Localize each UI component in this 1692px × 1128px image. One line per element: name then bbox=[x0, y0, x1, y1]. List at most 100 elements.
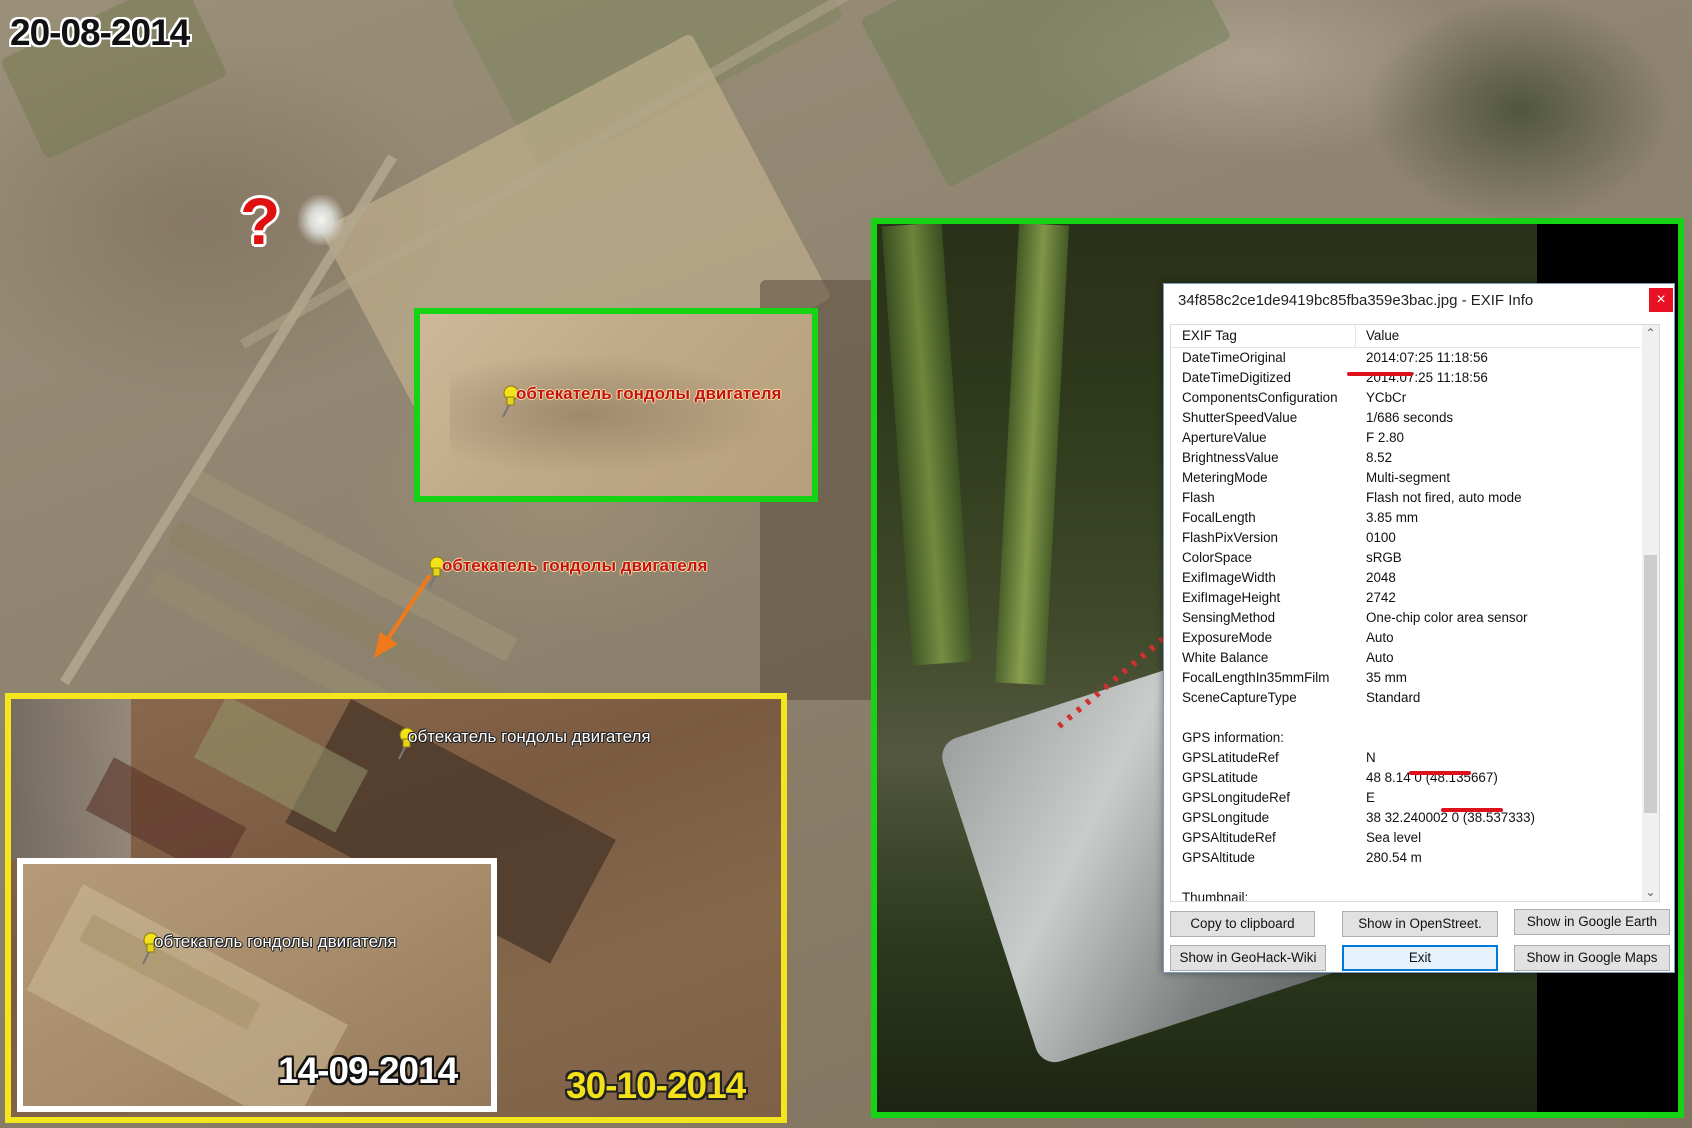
exif-tag-cell: GPS information: bbox=[1182, 730, 1284, 745]
table-row[interactable]: Thumbnail: bbox=[1171, 888, 1641, 901]
red-underline-annotation bbox=[1347, 372, 1413, 376]
pin-label-white: обтекатель гондолы двигателя bbox=[154, 932, 397, 951]
exif-value-cell: 280.54 m bbox=[1366, 850, 1422, 865]
date-label-main: 20-08-2014 bbox=[10, 12, 190, 53]
exif-tag-cell: ColorSpace bbox=[1182, 550, 1252, 565]
window-title: 34f858c2ce1de9419bc85fba359e3bac.jpg - E… bbox=[1178, 292, 1534, 309]
table-row[interactable]: Flash Flash not fired, auto mode bbox=[1171, 488, 1641, 508]
plant-stalk bbox=[881, 224, 973, 666]
exif-value-cell: 35 mm bbox=[1366, 670, 1407, 685]
table-row[interactable]: GPSLatitudeRef N bbox=[1171, 748, 1641, 768]
scroll-up-icon[interactable]: ⌃ bbox=[1642, 325, 1659, 342]
table-row[interactable]: FocalLength 3.85 mm bbox=[1171, 508, 1641, 528]
exif-tag-cell: FlashPixVersion bbox=[1182, 530, 1279, 545]
table-row[interactable]: ExposureMode Auto bbox=[1171, 628, 1641, 648]
exif-tag-cell: SensingMethod bbox=[1182, 610, 1276, 625]
show-in-openstreet-button[interactable]: Show in OpenStreet. bbox=[1342, 911, 1498, 937]
exif-value-cell: 0100 bbox=[1366, 530, 1396, 545]
pin-label-yellow: обтекатель гондолы двигателя bbox=[408, 727, 651, 746]
exif-tag-cell: DateTimeDigitized bbox=[1182, 370, 1291, 385]
exif-tag-cell: ApertureValue bbox=[1182, 430, 1267, 445]
exit-button[interactable]: Exit bbox=[1342, 945, 1498, 971]
scroll-down-icon[interactable]: ⌄ bbox=[1642, 884, 1659, 901]
exif-value-cell: Multi-segment bbox=[1366, 470, 1451, 485]
table-row[interactable]: GPSLongitudeRef E bbox=[1171, 788, 1641, 808]
exif-value-cell: Standard bbox=[1366, 690, 1421, 705]
red-underline-annotation bbox=[1409, 771, 1471, 775]
show-in-google-earth-button[interactable]: Show in Google Earth bbox=[1514, 909, 1670, 935]
exif-tag-cell: GPSLongitude bbox=[1182, 810, 1270, 825]
table-row[interactable]: ExifImageHeight 2742 bbox=[1171, 588, 1641, 608]
table-row[interactable] bbox=[1171, 708, 1641, 728]
orange-arrow-icon bbox=[374, 573, 432, 658]
exif-tag-cell: GPSLongitudeRef bbox=[1182, 790, 1290, 805]
table-row[interactable]: GPSLatitude 48 8.14 0 (48.135667) bbox=[1171, 768, 1641, 788]
question-mark-icon: ? bbox=[240, 184, 281, 258]
exif-tag-cell: ExifImageWidth bbox=[1182, 570, 1276, 585]
show-in-geohack-wiki-button[interactable]: Show in GeoHack-Wiki bbox=[1170, 945, 1326, 971]
table-row[interactable]: DateTimeOriginal 2014:07:25 11:18:56 bbox=[1171, 348, 1641, 368]
exif-tag-cell: MeteringMode bbox=[1182, 470, 1268, 485]
column-separator[interactable] bbox=[1355, 325, 1356, 347]
table-row[interactable]: ExifImageWidth 2048 bbox=[1171, 568, 1641, 588]
exif-value-cell: Sea level bbox=[1366, 830, 1422, 845]
exif-value-cell: F 2.80 bbox=[1366, 430, 1404, 445]
exif-value-cell: E bbox=[1366, 790, 1375, 805]
table-row[interactable]: FlashPixVersion 0100 bbox=[1171, 528, 1641, 548]
exif-table[interactable]: EXIF Tag Value DateTimeOriginal 2014:07:2… bbox=[1170, 324, 1660, 902]
copy-to-clipboard-button[interactable]: Copy to clipboard bbox=[1170, 911, 1315, 937]
table-row[interactable]: White Balance Auto bbox=[1171, 648, 1641, 668]
close-button[interactable]: × bbox=[1649, 288, 1673, 312]
header-tag[interactable]: EXIF Tag bbox=[1182, 328, 1237, 343]
exif-value-cell: Auto bbox=[1366, 630, 1394, 645]
table-row[interactable]: DateTimeDigitized 2014:07:25 11:18:56 bbox=[1171, 368, 1641, 388]
exif-tag-cell: GPSAltitude bbox=[1182, 850, 1255, 865]
plant-stalk bbox=[994, 224, 1070, 685]
exif-value-cell: 2014:07:25 11:18:56 bbox=[1366, 350, 1488, 365]
table-header: EXIF Tag Value bbox=[1171, 325, 1641, 348]
exif-value-cell: 3.85 mm bbox=[1366, 510, 1419, 525]
exif-tag-cell: FocalLengthIn35mmFilm bbox=[1182, 670, 1330, 685]
table-row[interactable]: FocalLengthIn35mmFilm 35 mm bbox=[1171, 668, 1641, 688]
exif-value-cell: 38 32.240002 0 (38.537333) bbox=[1366, 810, 1536, 825]
exif-value-cell: 2742 bbox=[1366, 590, 1396, 605]
header-value[interactable]: Value bbox=[1366, 328, 1399, 343]
unknown-object-marker bbox=[298, 195, 344, 245]
exif-tag-cell: ExposureMode bbox=[1182, 630, 1273, 645]
table-row[interactable]: GPSAltitude 280.54 m bbox=[1171, 848, 1641, 868]
exif-value-cell: 2048 bbox=[1366, 570, 1396, 585]
exif-value-cell: Auto bbox=[1366, 650, 1394, 665]
table-row[interactable]: MeteringMode Multi-segment bbox=[1171, 468, 1641, 488]
exif-value-cell: YCbCr bbox=[1366, 390, 1407, 405]
table-row[interactable]: ShutterSpeedValue 1/686 seconds bbox=[1171, 408, 1641, 428]
field-patch bbox=[860, 0, 1232, 188]
table-row[interactable]: ApertureValue F 2.80 bbox=[1171, 428, 1641, 448]
table-row[interactable] bbox=[1171, 868, 1641, 888]
scrollbar-thumb[interactable] bbox=[1644, 555, 1657, 813]
table-row[interactable]: GPS information: bbox=[1171, 728, 1641, 748]
show-in-google-maps-button[interactable]: Show in Google Maps bbox=[1514, 945, 1670, 971]
exif-tag-cell: DateTimeOriginal bbox=[1182, 350, 1286, 365]
table-row[interactable]: GPSAltitudeRef Sea level bbox=[1171, 828, 1641, 848]
exif-tag-cell: GPSAltitudeRef bbox=[1182, 830, 1276, 845]
exif-value-cell: 1/686 seconds bbox=[1366, 410, 1454, 425]
table-row[interactable]: SceneCaptureType Standard bbox=[1171, 688, 1641, 708]
exif-tag-cell: White Balance bbox=[1182, 650, 1269, 665]
table-row[interactable]: SensingMethod One-chip color area sensor bbox=[1171, 608, 1641, 628]
exif-info-window: 34f858c2ce1de9419bc85fba359e3bac.jpg - E… bbox=[1163, 283, 1675, 973]
exif-value-cell: Flash not fired, auto mode bbox=[1366, 490, 1522, 505]
exif-tag-cell: GPSLatitudeRef bbox=[1182, 750, 1279, 765]
table-row[interactable]: BrightnessValue 8.52 bbox=[1171, 448, 1641, 468]
table-row[interactable]: ComponentsConfiguration YCbCr bbox=[1171, 388, 1641, 408]
exif-tag-cell: BrightnessValue bbox=[1182, 450, 1279, 465]
table-row[interactable]: GPSLongitude 38 32.240002 0 (38.537333) bbox=[1171, 808, 1641, 828]
date-label-white: 14-09-2014 bbox=[278, 1050, 458, 1091]
scrollbar[interactable]: ⌃ ⌄ bbox=[1642, 325, 1659, 901]
exif-tag-cell: ComponentsConfiguration bbox=[1182, 390, 1338, 405]
exif-value-cell: 8.52 bbox=[1366, 450, 1393, 465]
exif-value-cell: One-chip color area sensor bbox=[1366, 610, 1528, 625]
date-label-yellow: 30-10-2014 bbox=[566, 1065, 746, 1106]
pin-label-main: обтекатель гондолы двигателя bbox=[442, 556, 708, 575]
exif-value-cell: N bbox=[1366, 750, 1376, 765]
table-row[interactable]: ColorSpace sRGB bbox=[1171, 548, 1641, 568]
